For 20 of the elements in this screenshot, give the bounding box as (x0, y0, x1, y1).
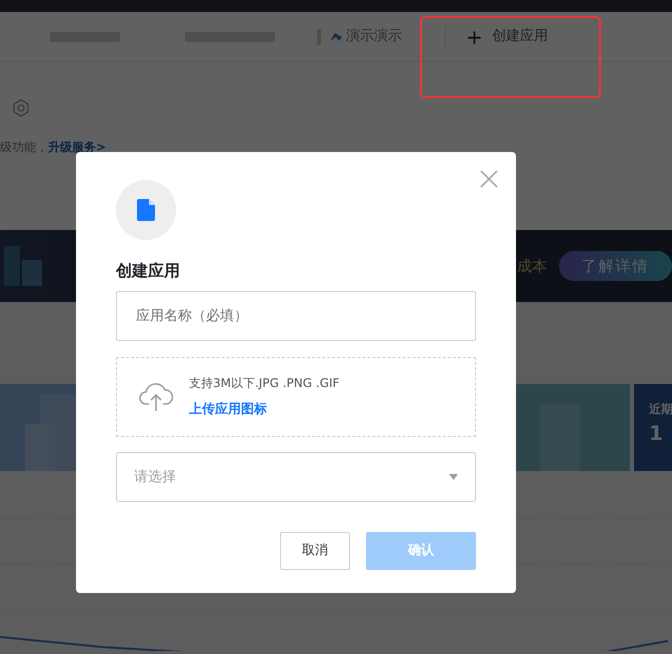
banner-text: 成本 (517, 256, 547, 277)
cancel-button[interactable]: 取消 (280, 532, 350, 570)
create-app-button[interactable]: + 创建应用 (465, 20, 549, 52)
dialog-title: 创建应用 (116, 260, 181, 282)
team-name: 演示演示 (346, 27, 402, 46)
file-icon (137, 199, 155, 221)
notice-text: 级功能， (0, 140, 48, 154)
settings-icon[interactable] (12, 99, 30, 117)
type-select[interactable]: 请选择 (116, 452, 476, 502)
stat-value: 1 (649, 420, 664, 447)
team-logo-icon (330, 32, 342, 42)
upload-hint: 支持3M以下.JPG .PNG .GIF (189, 375, 340, 392)
stat-label: 近期 (649, 401, 672, 418)
caret-icon (449, 474, 458, 480)
upload-icon-link[interactable]: 上传应用图标 (189, 400, 340, 420)
app-name-field[interactable]: 应用名称（必填） (116, 291, 476, 341)
upgrade-link[interactable]: 升级服务> (48, 140, 106, 154)
upload-cloud-icon (139, 382, 173, 412)
close-button[interactable] (480, 170, 498, 188)
upload-area[interactable]: 支持3M以下.JPG .PNG .GIF 上传应用图标 (116, 357, 476, 437)
